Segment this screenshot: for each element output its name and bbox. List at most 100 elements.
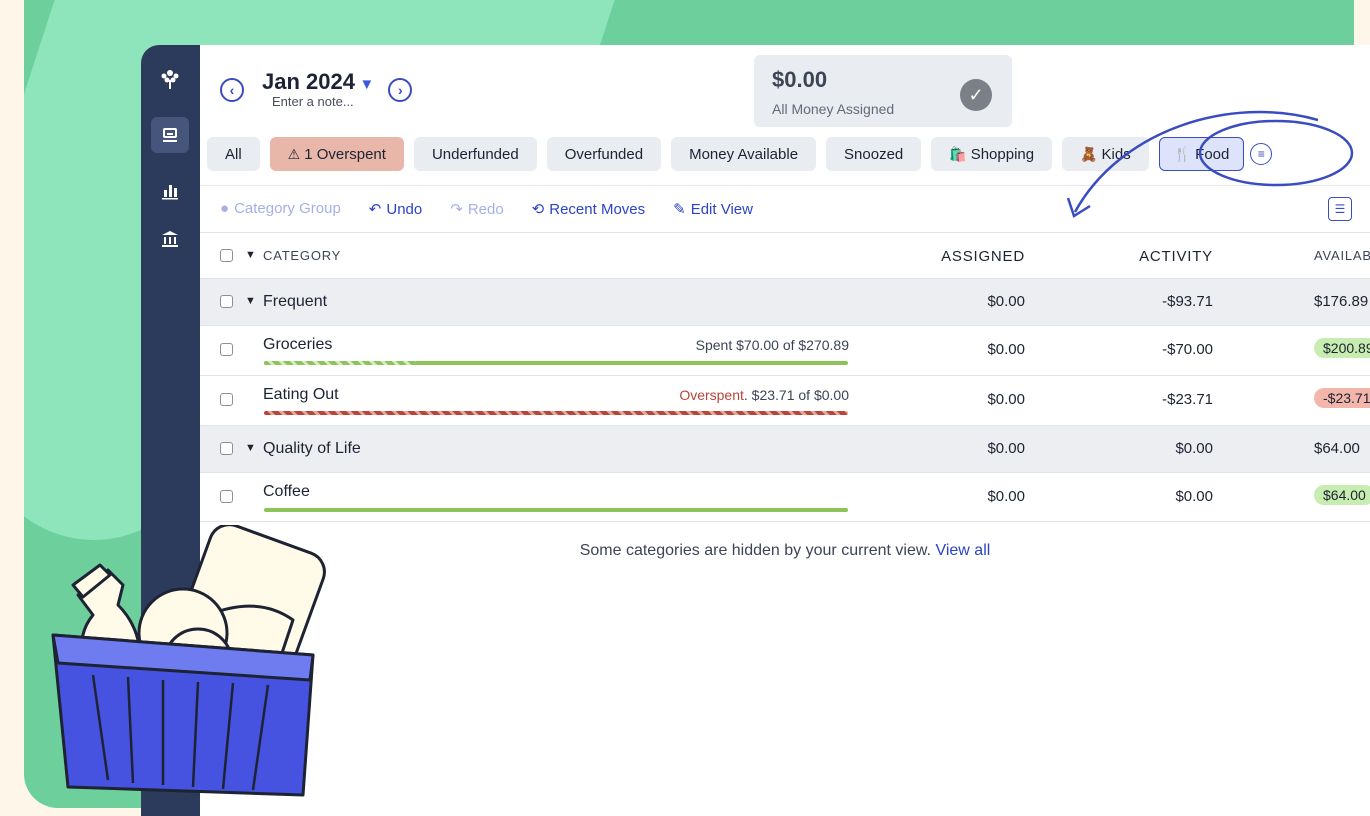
category-group-row[interactable]: ▼ Frequent $0.00 -$93.71 $176.89: [200, 278, 1370, 325]
progress-bar: [264, 508, 848, 512]
recent-moves-button[interactable]: ⟲ Recent Moves: [532, 200, 645, 218]
row-checkbox[interactable]: [220, 295, 233, 308]
category-activity[interactable]: -$23.71: [1162, 391, 1213, 408]
column-header-assigned[interactable]: ASSIGNED: [941, 248, 1025, 265]
filter-overfunded[interactable]: Overfunded: [546, 137, 662, 171]
logo-tree-icon[interactable]: [151, 61, 189, 97]
filter-shopping[interactable]: 🛍️ Shopping: [931, 137, 1053, 171]
filter-overspent[interactable]: ⚠ 1 Overspent: [269, 137, 404, 171]
budget-table: ▼ CATEGORY ASSIGNED ACTIVITY AVAILABLE ▼…: [200, 232, 1370, 522]
filter-kids[interactable]: 🧸 Kids: [1062, 137, 1149, 171]
filter-label: Food: [1195, 145, 1230, 163]
next-month-button[interactable]: ›: [388, 78, 413, 102]
category-assigned[interactable]: $0.00: [987, 488, 1025, 505]
category-available[interactable]: $64.00: [1314, 485, 1370, 505]
group-activity: $0.00: [1175, 440, 1213, 457]
filter-all[interactable]: All: [207, 137, 260, 171]
button-label: Category Group: [234, 200, 341, 217]
group-collapse-caret-icon[interactable]: ▼: [245, 442, 256, 454]
budget-nav-icon[interactable]: [151, 117, 189, 153]
available-pill: $200.89: [1314, 338, 1370, 358]
available-pill: -$23.71: [1314, 388, 1370, 408]
group-activity: -$93.71: [1162, 293, 1213, 310]
category-available[interactable]: -$23.71: [1314, 388, 1370, 408]
redo-icon: ↷: [450, 201, 463, 218]
filter-underfunded[interactable]: Underfunded: [413, 137, 537, 171]
button-label: Edit View: [690, 201, 753, 218]
fork-knife-icon: 🍴: [1173, 145, 1192, 162]
ready-to-assign-label: All Money Assigned: [772, 101, 895, 117]
progress-bar: [264, 361, 848, 365]
button-label: Redo: [467, 201, 504, 218]
category-activity[interactable]: $0.00: [1175, 488, 1213, 505]
category-name: Groceries: [263, 336, 333, 353]
progress-bar: [264, 411, 848, 415]
month-navigation: ‹ Jan 2024 ▼ Enter a note... ›: [220, 69, 413, 110]
month-note-input[interactable]: Enter a note...: [272, 94, 374, 109]
column-header-category[interactable]: CATEGORY: [263, 248, 341, 263]
accounts-bank-icon[interactable]: [151, 221, 189, 257]
teddy-bear-icon: 🧸: [1080, 145, 1098, 162]
spending-status: Spent $70.00 of $270.89: [695, 337, 849, 353]
category-name: Eating Out: [263, 386, 339, 403]
button-label: Undo: [386, 201, 423, 218]
category-row[interactable]: Coffee $0.00 $0.00 $64.00: [200, 472, 1370, 522]
row-checkbox[interactable]: [220, 442, 233, 455]
column-header-available[interactable]: AVAILABLE: [1314, 248, 1370, 263]
month-dropdown-caret-icon[interactable]: ▼: [359, 76, 374, 93]
row-checkbox[interactable]: [220, 393, 233, 406]
category-row[interactable]: Eating Out Overspent. $23.71 of $0.00 $0…: [200, 375, 1370, 425]
group-available: $64.00: [1314, 440, 1360, 457]
ready-to-assign-amount: $0.00: [772, 67, 828, 92]
group-available: $176.89: [1314, 293, 1369, 310]
filter-bar: All ⚠ 1 Overspent Underfunded Overfunded …: [207, 137, 1273, 171]
filter-label: Kids: [1101, 145, 1131, 163]
category-activity[interactable]: -$70.00: [1162, 341, 1213, 358]
category-name: Coffee: [263, 483, 310, 500]
filter-label: Underfunded: [431, 145, 519, 163]
spending-status: Overspent. $23.71 of $0.00: [679, 387, 849, 403]
group-name: Quality of Life: [263, 440, 361, 457]
collapse-view-icon[interactable]: ☰: [1328, 197, 1352, 221]
group-name: Frequent: [263, 293, 328, 310]
edit-view-button[interactable]: ✎ Edit View: [673, 200, 753, 218]
view-all-link[interactable]: View all: [935, 542, 990, 559]
group-assigned: $0.00: [987, 293, 1025, 310]
undo-icon: ↶: [368, 201, 382, 218]
redo-button[interactable]: ↷ Redo: [450, 200, 503, 218]
group-assigned: $0.00: [987, 440, 1025, 457]
filter-food[interactable]: 🍴 Food: [1158, 137, 1245, 171]
collapse-all-caret-icon[interactable]: ▼: [245, 249, 256, 261]
filter-label: Money Available: [689, 145, 799, 163]
month-name[interactable]: Jan 2024: [262, 69, 355, 94]
prev-month-button[interactable]: ‹: [220, 78, 244, 102]
category-assigned[interactable]: $0.00: [987, 341, 1025, 358]
ready-to-assign-box[interactable]: $0.00 All Money Assigned ✓: [754, 55, 1012, 127]
progress-spent-portion: [264, 361, 416, 365]
row-checkbox[interactable]: [220, 343, 233, 356]
filter-label: All: [225, 145, 242, 163]
group-collapse-caret-icon[interactable]: ▼: [245, 295, 256, 307]
warning-icon: ⚠: [287, 145, 301, 162]
add-category-group-button[interactable]: ● Category Group: [220, 200, 341, 218]
filter-money-available[interactable]: Money Available: [671, 137, 817, 171]
filter-settings-icon[interactable]: ≡: [1250, 143, 1273, 165]
category-row[interactable]: Groceries Spent $70.00 of $270.89 $0.00 …: [200, 325, 1370, 375]
filter-label: Overfunded: [564, 145, 644, 163]
row-checkbox[interactable]: [220, 490, 233, 503]
select-all-checkbox[interactable]: [220, 249, 233, 262]
category-assigned[interactable]: $0.00: [987, 391, 1025, 408]
undo-button[interactable]: ↶ Undo: [369, 200, 422, 218]
category-available[interactable]: $200.89: [1314, 338, 1370, 358]
reports-chart-icon[interactable]: [151, 173, 189, 209]
history-icon: ⟲: [531, 201, 545, 218]
overspent-amount: . $23.71 of $0.00: [743, 387, 849, 403]
month-title: Jan 2024 ▼ Enter a note...: [262, 69, 374, 110]
pencil-icon: ✎: [673, 201, 686, 218]
category-group-row[interactable]: ▼ Quality of Life $0.00 $0.00 $64.00: [200, 425, 1370, 472]
filter-label: Shopping: [970, 145, 1035, 163]
budget-main: ‹ Jan 2024 ▼ Enter a note... › $0.00 All…: [200, 45, 1370, 816]
column-header-activity[interactable]: ACTIVITY: [1139, 248, 1213, 265]
filter-snoozed[interactable]: Snoozed: [826, 137, 922, 171]
shopping-bag-icon: 🛍️: [949, 145, 967, 162]
